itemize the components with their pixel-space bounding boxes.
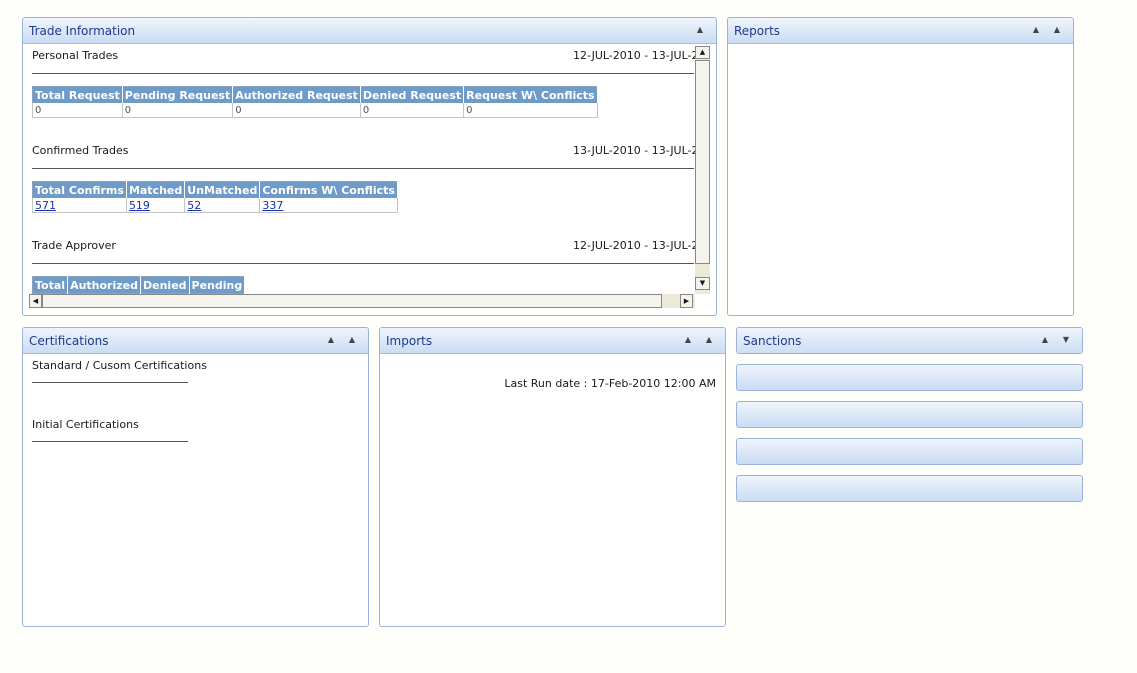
trade-information-content: Personal Trades 12-JUL-2010 - 13-JUL-201… — [23, 44, 695, 294]
trade-information-header: Trade Information ▲ — [23, 18, 716, 44]
divider — [32, 73, 694, 74]
trade-information-panel: Trade Information ▲ Personal Trades 12-J… — [22, 17, 717, 316]
column-header: Denied Request — [360, 86, 465, 103]
table-header-row: Total Confirms Matched UnMatched Confirm… — [32, 181, 398, 198]
table-cell: 0 — [121, 103, 234, 118]
table-cell: 52 — [184, 198, 261, 213]
unmatched-link[interactable]: 52 — [187, 199, 201, 212]
sanctions-item[interactable] — [736, 364, 1083, 391]
certifications-title: Certifications — [29, 334, 109, 348]
divider — [32, 168, 694, 169]
scroll-thumb[interactable] — [42, 294, 662, 308]
collapse-icon[interactable]: ▲ — [681, 333, 695, 347]
table-header-row: Total Authorized Denied Pending — [32, 276, 246, 294]
horizontal-scrollbar[interactable]: ◀ ▶ — [29, 294, 695, 308]
table-header-row: Total Request Pending Request Authorized… — [32, 86, 598, 103]
sanctions-item[interactable] — [736, 401, 1083, 428]
divider — [32, 382, 188, 383]
column-header: Total — [32, 276, 69, 294]
collapse-icon[interactable]: ▲ — [1050, 23, 1064, 37]
vertical-scrollbar[interactable]: ▲ ▼ — [695, 46, 710, 294]
standard-certifications-label: Standard / Cusom Certifications — [32, 359, 207, 372]
column-header: Authorized Request — [232, 86, 361, 103]
collapse-icon[interactable]: ▲ — [345, 333, 359, 347]
scroll-right-icon[interactable]: ▶ — [680, 294, 693, 308]
scroll-up-icon[interactable]: ▲ — [695, 46, 710, 59]
certifications-header: Certifications ▲ ▲ — [23, 328, 368, 354]
imports-title: Imports — [386, 334, 433, 348]
sanctions-title: Sanctions — [743, 334, 802, 348]
column-header: Pending Request — [122, 86, 234, 103]
total-confirms-link[interactable]: 571 — [35, 199, 56, 212]
collapse-icon[interactable]: ▲ — [1029, 23, 1043, 37]
sanctions-panel: Sanctions ▲ ▼ — [736, 327, 1083, 354]
personal-trades-label: Personal Trades — [32, 49, 119, 62]
reports-panel: Reports ▲ ▲ — [727, 17, 1074, 316]
matched-link[interactable]: 519 — [129, 199, 150, 212]
table-cell: 0 — [463, 103, 598, 118]
reports-header: Reports ▲ ▲ — [728, 18, 1073, 44]
confirmed-trades-date-range: 13-JUL-2010 - 13-JUL-2010 — [573, 144, 695, 157]
reports-title: Reports — [734, 24, 781, 38]
column-header: Request W\ Conflicts — [463, 86, 598, 103]
collapse-icon[interactable]: ▲ — [1038, 333, 1052, 347]
column-header: Confirms W\ Conflicts — [259, 181, 398, 198]
initial-certifications-label: Initial Certifications — [32, 418, 139, 431]
personal-trades-date-range: 12-JUL-2010 - 13-JUL-2010 — [573, 49, 695, 62]
column-header: Pending — [189, 276, 246, 294]
table-cell: 519 — [125, 198, 186, 213]
confirmed-trades-table: Total Confirms Matched UnMatched Confirm… — [32, 181, 398, 213]
imports-panel: Imports ▲ ▲ Last Run date : 17-Feb-2010 … — [379, 327, 726, 627]
divider — [32, 263, 694, 264]
table-cell: 337 — [259, 198, 398, 213]
personal-trades-table: Total Request Pending Request Authorized… — [32, 86, 598, 118]
certifications-panel: Certifications ▲ ▲ Standard / Cusom Cert… — [22, 327, 369, 627]
table-cell: 571 — [32, 198, 127, 213]
collapse-icon[interactable]: ▲ — [693, 23, 707, 37]
sanctions-item[interactable] — [736, 475, 1083, 502]
table-cell: 0 — [32, 103, 123, 118]
collapse-icon[interactable]: ▲ — [324, 333, 338, 347]
scroll-left-icon[interactable]: ◀ — [29, 294, 42, 308]
table-row: 0 0 0 0 0 — [32, 103, 598, 118]
trade-information-title: Trade Information — [29, 24, 136, 38]
table-row: 571 519 52 337 — [32, 198, 398, 213]
scroll-down-icon[interactable]: ▼ — [695, 277, 710, 290]
table-cell: 0 — [359, 103, 465, 118]
column-header: Denied — [140, 276, 190, 294]
sanctions-item[interactable] — [736, 438, 1083, 465]
table-cell: 0 — [232, 103, 361, 118]
trade-approver-label: Trade Approver — [32, 239, 116, 252]
column-header: UnMatched — [184, 181, 261, 198]
chevron-down-icon[interactable]: ▼ — [1059, 333, 1073, 347]
sanctions-header: Sanctions ▲ ▼ — [737, 328, 1082, 353]
imports-header: Imports ▲ ▲ — [380, 328, 725, 354]
confirms-with-conflicts-link[interactable]: 337 — [262, 199, 283, 212]
divider — [32, 441, 188, 442]
column-header: Total Confirms — [32, 181, 127, 198]
confirmed-trades-label: Confirmed Trades — [32, 144, 129, 157]
trade-approver-date-range: 12-JUL-2010 - 13-JUL-2010 — [573, 239, 695, 252]
scroll-thumb[interactable] — [695, 60, 710, 264]
last-run-date: Last Run date : 17-Feb-2010 12:00 AM — [504, 377, 716, 390]
column-header: Authorized — [67, 276, 141, 294]
column-header: Matched — [126, 181, 186, 198]
column-header: Total Request — [32, 86, 123, 103]
collapse-icon[interactable]: ▲ — [702, 333, 716, 347]
trade-approver-table: Total Authorized Denied Pending — [32, 276, 246, 294]
